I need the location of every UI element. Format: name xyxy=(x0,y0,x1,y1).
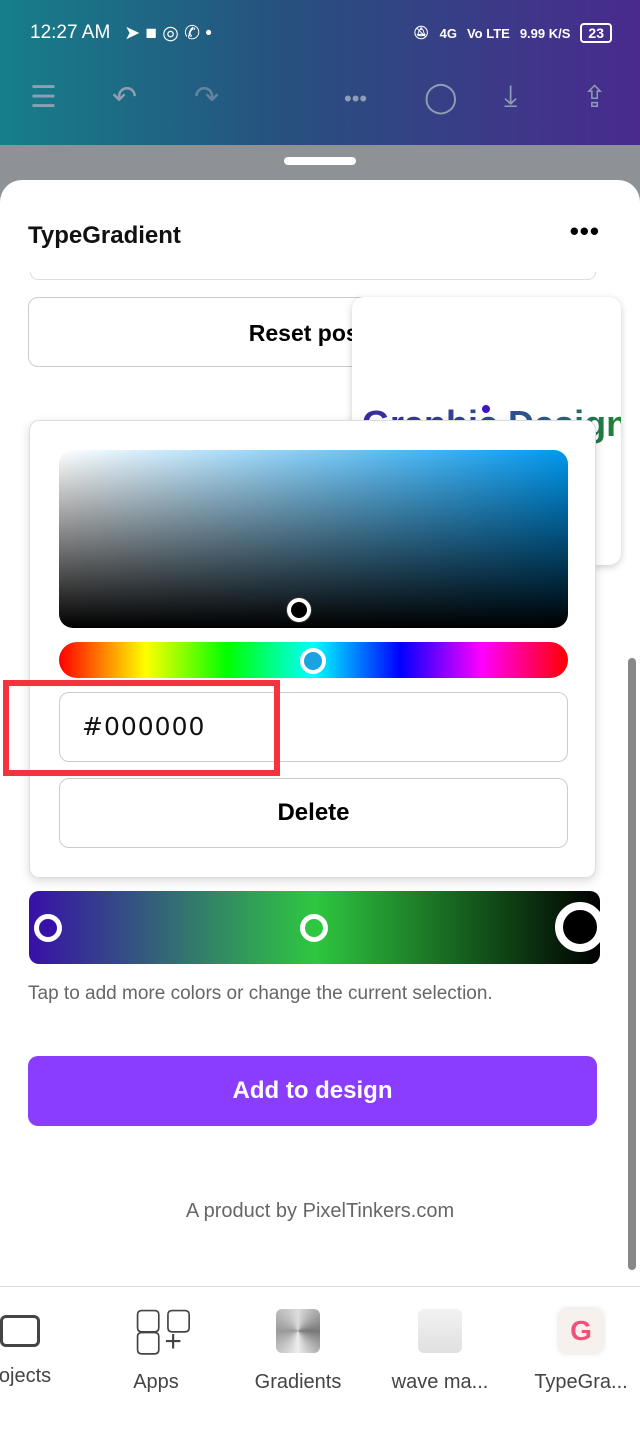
mute-icon: 🔕︎ xyxy=(413,25,430,40)
gradient-bar[interactable] xyxy=(29,891,605,964)
share-icon[interactable]: ⇪ xyxy=(582,80,607,115)
nav-label: Gradients xyxy=(254,1371,342,1393)
typegradient-panel: TypeGradient ••• Reset position Graphic … xyxy=(0,180,640,1433)
menu-icon[interactable]: ☰ xyxy=(30,80,57,115)
apps-icon: ▢▢ ▢+ xyxy=(134,1303,195,1358)
speed-label: 9.99 K/S xyxy=(519,25,571,41)
more-icon[interactable]: ••• xyxy=(344,86,367,112)
status-bar: 12:27 AM ➤ ■ ◎ ✆ • 🔕︎ 4G Vo LTE 9.99 K/S… xyxy=(30,18,612,48)
nav-label: Apps xyxy=(133,1371,179,1393)
scrollbar[interactable] xyxy=(628,658,636,1270)
network-label: 4G xyxy=(439,25,457,41)
saturation-value-area[interactable] xyxy=(59,450,568,628)
color-picker-popover: #000000 Delete xyxy=(29,420,596,878)
wave-icon xyxy=(418,1309,462,1353)
divider xyxy=(30,272,596,280)
gradient-stop[interactable] xyxy=(34,914,62,942)
clock: 12:27 AM xyxy=(30,22,111,43)
saturation-knob[interactable] xyxy=(287,598,311,622)
gradient-stop[interactable] xyxy=(300,914,328,942)
highlight-box xyxy=(3,680,280,776)
comment-icon[interactable]: ◯ xyxy=(424,80,458,115)
notification-icons: ➤ ■ ◎ ✆ • xyxy=(124,22,212,44)
nav-label: wave ma... xyxy=(391,1371,489,1393)
nav-apps[interactable]: ▢▢ ▢+ Apps xyxy=(91,1303,221,1394)
bottom-nav: Projects ▢▢▢+ Apps Gradients wave ma... … xyxy=(0,1286,640,1433)
nav-typegradient[interactable]: G TypeGra... xyxy=(516,1309,640,1394)
delete-stop-button[interactable]: Delete xyxy=(59,778,568,848)
typegradient-icon: G xyxy=(559,1309,603,1353)
panel-title: TypeGradient xyxy=(28,222,181,249)
hint-text: Tap to add more colors or change the cur… xyxy=(28,983,493,1004)
volte-label: Vo LTE xyxy=(466,25,510,41)
gradient-stop-selected[interactable] xyxy=(555,902,605,952)
nav-projects[interactable]: Projects xyxy=(0,1309,80,1388)
folder-icon xyxy=(0,1315,40,1347)
preview-handle[interactable] xyxy=(480,403,492,415)
hue-knob[interactable] xyxy=(300,648,326,674)
panel-more-button[interactable]: ••• xyxy=(570,216,600,247)
undo-icon[interactable]: ↶ xyxy=(112,80,137,115)
redo-icon[interactable]: ↷ xyxy=(194,80,219,115)
sheet-handle[interactable] xyxy=(284,157,356,165)
nav-label: Projects xyxy=(0,1365,52,1387)
battery-indicator: 23 xyxy=(580,23,612,43)
nav-gradients[interactable]: Gradients xyxy=(233,1309,363,1394)
add-to-design-button[interactable]: Add to design xyxy=(28,1056,597,1126)
app-header: 12:27 AM ➤ ■ ◎ ✆ • 🔕︎ 4G Vo LTE 9.99 K/S… xyxy=(0,0,640,145)
download-icon[interactable]: ⤓ xyxy=(504,80,517,114)
nav-wave-maker[interactable]: wave ma... xyxy=(375,1309,505,1394)
gradients-icon xyxy=(276,1309,320,1353)
footer-text[interactable]: A product by PixelTinkers.com xyxy=(0,1200,640,1223)
nav-label: TypeGra... xyxy=(534,1371,628,1393)
